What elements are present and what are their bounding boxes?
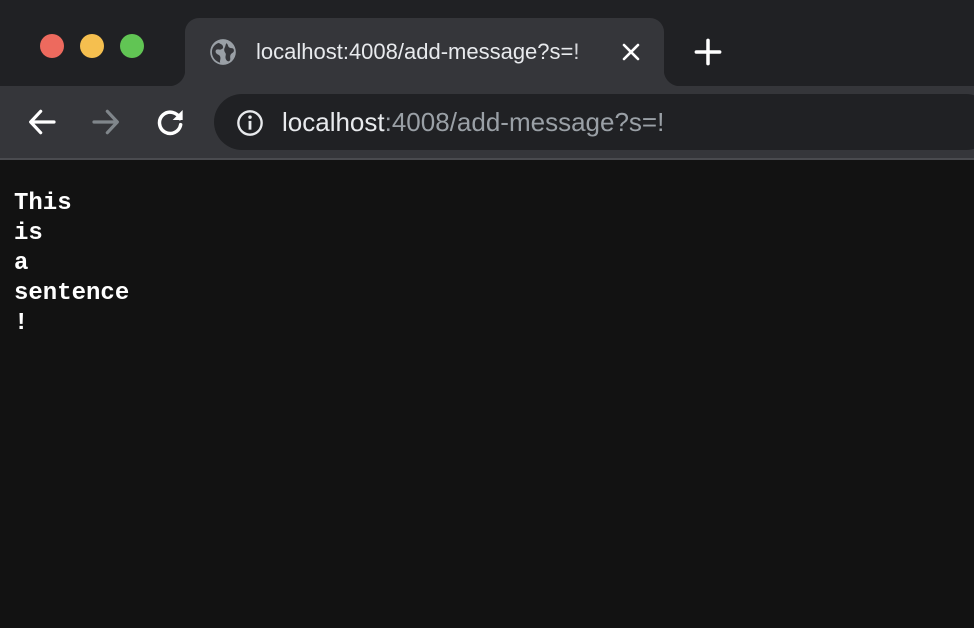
message-line: sentence	[14, 280, 130, 307]
message-line: is	[14, 220, 43, 247]
window-close-button[interactable]	[40, 34, 64, 58]
browser-window: localhost:4008/add-message?s=! localhost…	[0, 0, 974, 628]
tab-title: localhost:4008/add-message?s=!	[256, 39, 580, 64]
url-host: localhost	[282, 107, 385, 137]
message-text: This is a sentence !	[14, 189, 129, 339]
globe-icon	[210, 39, 236, 65]
window-zoom-button[interactable]	[120, 34, 144, 58]
message-line: a	[14, 250, 29, 277]
tab-strip: localhost:4008/add-message?s=!	[0, 0, 974, 86]
toolbar: localhost:4008/add-message?s=!	[0, 86, 974, 160]
info-icon[interactable]	[236, 109, 264, 137]
reload-icon[interactable]	[154, 106, 186, 138]
message-line: !	[14, 310, 29, 337]
close-icon[interactable]	[619, 40, 643, 64]
message-line: This	[14, 190, 72, 217]
url-path: :4008/add-message?s=!	[384, 107, 665, 137]
window-minimize-button[interactable]	[80, 34, 104, 58]
back-arrow-icon[interactable]	[26, 106, 58, 138]
forward-arrow-icon[interactable]	[90, 106, 122, 138]
page-content: This is a sentence !	[0, 160, 974, 628]
address-bar-url[interactable]: localhost:4008/add-message?s=!	[282, 105, 664, 139]
tab-active[interactable]: localhost:4008/add-message?s=!	[169, 18, 680, 86]
address-bar[interactable]: localhost:4008/add-message?s=!	[214, 94, 974, 150]
plus-icon[interactable]	[694, 38, 722, 66]
